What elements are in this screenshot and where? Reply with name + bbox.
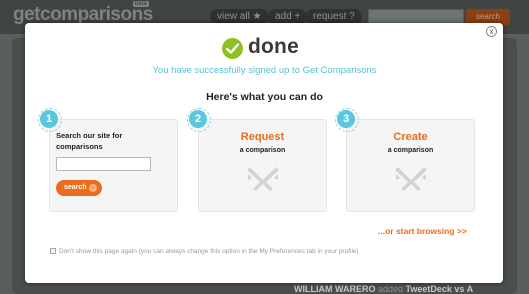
arrow-circle-icon: › — [89, 184, 97, 192]
activity-user[interactable]: WILLIAM WARERO — [294, 284, 376, 294]
nav-view-all-label: view all — [217, 11, 250, 22]
create-subtitle: a comparison — [387, 147, 434, 154]
dont-show-again-row: Don't show this page again (you can alwa… — [50, 248, 359, 255]
beta-badge: beta — [133, 1, 149, 7]
options-heading: Here's what you can do — [206, 91, 323, 103]
close-button[interactable]: x — [486, 26, 497, 37]
step-number-1: 1 — [38, 108, 62, 132]
step-number-2: 2 — [187, 108, 211, 132]
search-card-title: Search our site for comparisons — [56, 131, 123, 151]
search-input[interactable] — [56, 157, 151, 171]
request-title[interactable]: Request — [198, 131, 327, 143]
crossed-arrows-logo-icon — [247, 167, 279, 191]
dont-show-again-checkbox[interactable] — [50, 248, 56, 254]
site-search-input[interactable] — [368, 9, 464, 24]
create-title[interactable]: Create — [346, 131, 475, 143]
activity-action: added — [375, 284, 406, 294]
star-icon: ★ — [252, 11, 262, 22]
search-button-label: search — [64, 184, 87, 191]
nav-add-label: add — [275, 11, 292, 22]
activity-item[interactable]: TweetDeck vs A — [406, 284, 474, 294]
success-message: You have successfully signed up to Get C… — [152, 65, 377, 76]
done-header: done — [0, 35, 529, 61]
start-browsing-link[interactable]: ...or start browsing >> — [378, 226, 467, 236]
checkmark-icon — [222, 38, 243, 59]
plus-icon: + — [294, 11, 301, 22]
step-number-3: 3 — [335, 108, 359, 132]
activity-feed-item: WILLIAM WARERO added TweetDeck vs A — [294, 284, 473, 294]
crossed-arrows-logo-icon — [395, 167, 427, 191]
done-title: done — [248, 35, 299, 58]
dont-show-again-label[interactable]: Don't show this page again (you can alwa… — [59, 248, 359, 255]
search-button[interactable]: search › — [56, 180, 102, 196]
request-subtitle: a comparison — [239, 147, 286, 154]
